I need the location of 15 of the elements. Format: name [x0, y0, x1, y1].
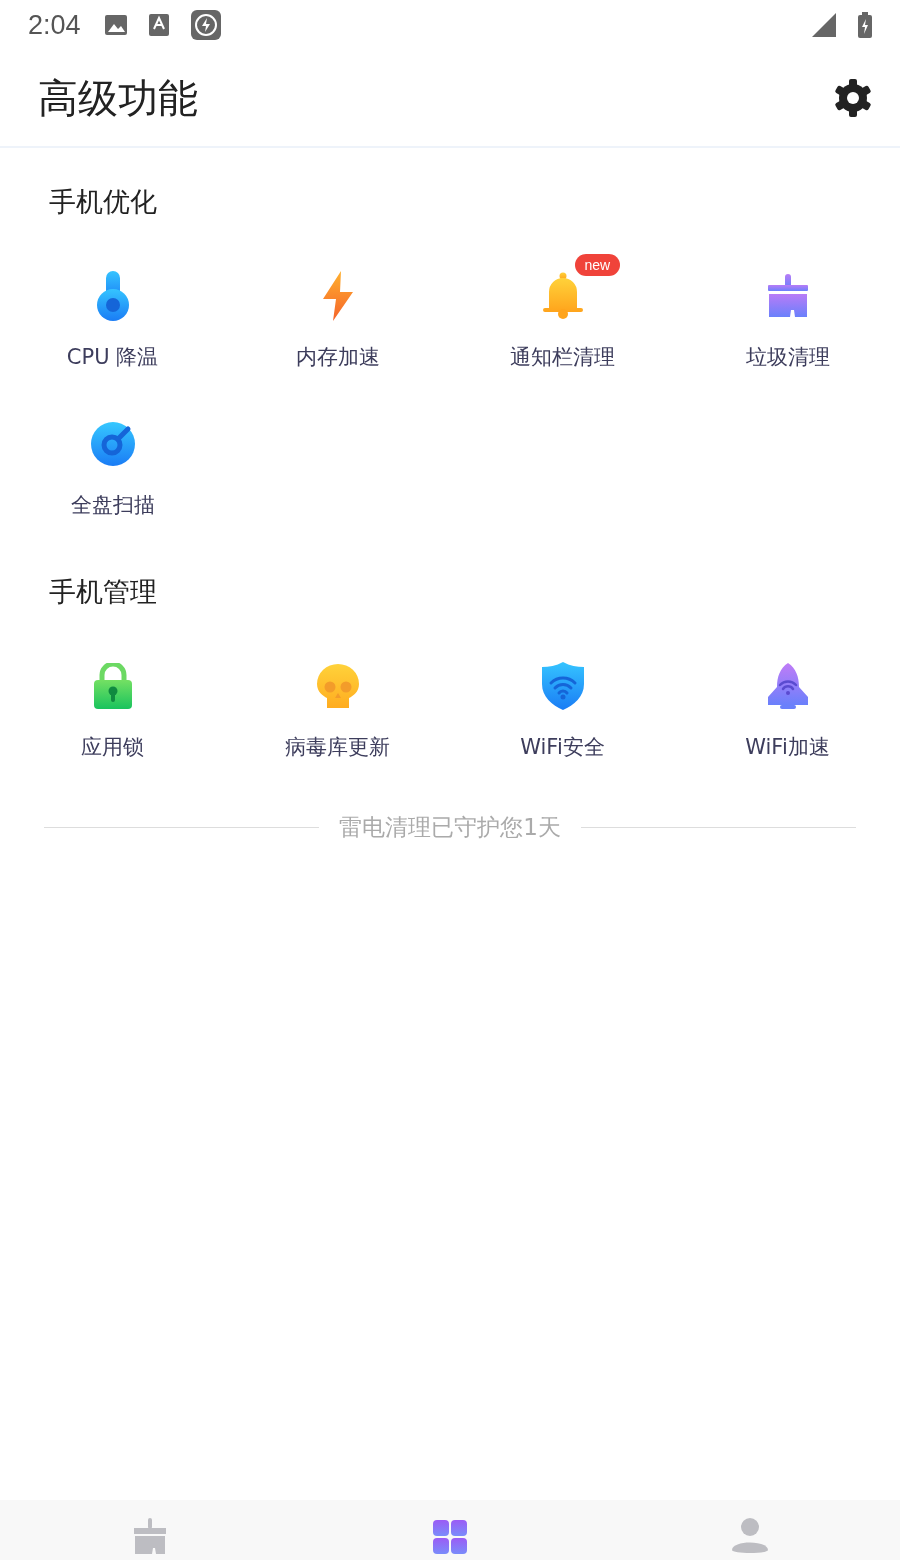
section-title: 手机优化: [48, 185, 158, 219]
status-time: 2:04: [28, 9, 81, 41]
new-badge: new: [574, 254, 621, 276]
feature-label[interactable]: 病毒库更新: [285, 732, 390, 762]
feature-label[interactable]: 通知栏清理: [510, 342, 615, 372]
feature-label[interactable]: 内存加速: [295, 342, 380, 372]
feature-label[interactable]: WiFi安全: [520, 732, 605, 762]
feature-label[interactable]: WiFi加速: [745, 732, 830, 762]
feature-label[interactable]: 全盘扫描: [70, 490, 155, 520]
feature-label[interactable]: 垃圾清理: [745, 342, 830, 372]
page-title: 高级功能: [38, 73, 198, 123]
feature-label[interactable]: CPU 降温: [66, 342, 159, 372]
protection-note: 雷电清理已守护您1天: [339, 813, 561, 842]
section-title: 手机管理: [48, 575, 158, 609]
feature-label[interactable]: 应用锁: [81, 732, 144, 762]
